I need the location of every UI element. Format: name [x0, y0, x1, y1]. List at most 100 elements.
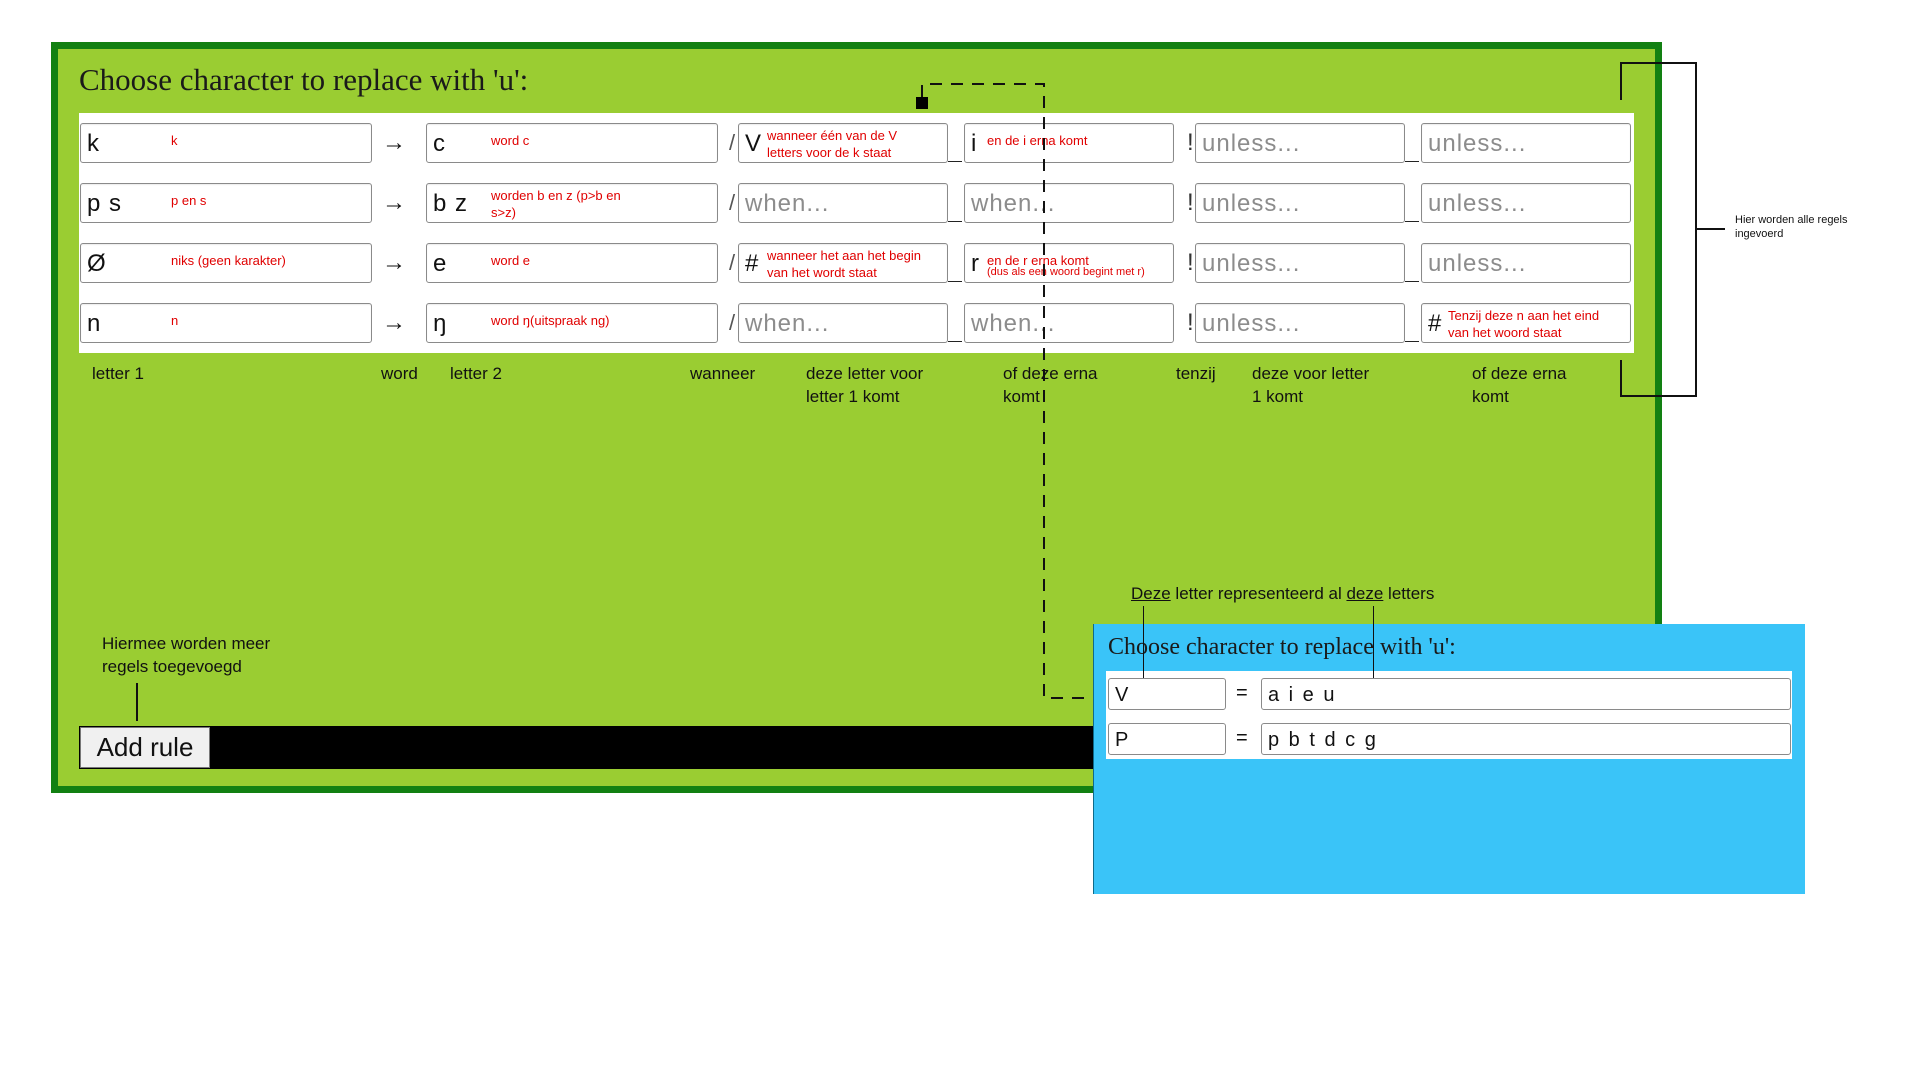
bracket-line [1697, 228, 1725, 230]
letter2-input-annotation: worden b en z (p>b en s>z) [491, 188, 621, 220]
when-separator: / [729, 310, 736, 335]
unless-before-input-value: unless... [1202, 310, 1301, 337]
letter1-input-annotation: p en s [171, 193, 207, 208]
when-before-input-value: when... [745, 310, 830, 337]
letter2-input-annotation: word ŋ(uitspraak ng) [491, 313, 610, 328]
unless-after-input[interactable]: unless... [1421, 123, 1631, 163]
group-letters-input[interactable]: a i e u [1261, 678, 1791, 710]
group-symbol-input[interactable]: P [1108, 723, 1226, 755]
annotation-word: deze [1346, 584, 1384, 603]
underscore-divider [1405, 161, 1419, 162]
unless-after-input[interactable]: # Tenzij deze n aan het eind van het woor… [1421, 303, 1631, 343]
connector-square [916, 97, 928, 109]
annotation-add-rules: Hiermee worden meer regels toegevoegd [102, 634, 271, 676]
letter2-input-annotation: word e [491, 253, 531, 268]
letter2-input-value: c [433, 130, 446, 157]
column-label-letter2: letter 2 [450, 364, 502, 383]
letter2-input[interactable]: ŋ word ŋ(uitspraak ng) [426, 303, 718, 343]
letter1-input-value: Ø [87, 250, 107, 277]
dashed-connector [916, 83, 1108, 705]
unless-separator: ! [1187, 309, 1194, 336]
replace-arrow-icon: → [382, 189, 406, 216]
replace-arrow-icon: → [382, 129, 406, 156]
letter2-input-value: e [433, 250, 448, 277]
replace-arrow-icon: → [382, 249, 406, 276]
letter1-input[interactable]: nn [80, 303, 372, 343]
when-separator: / [729, 250, 736, 275]
letter1-input-value: k [87, 130, 100, 157]
bracket-line [1620, 62, 1697, 64]
when-separator: / [729, 190, 736, 215]
group-letters-value: a i e u [1268, 684, 1337, 706]
equals-sign: = [1236, 727, 1248, 749]
annotation-line [1143, 606, 1144, 678]
unless-separator: ! [1187, 189, 1194, 216]
unless-before-input-value: unless... [1202, 190, 1301, 217]
annotation-rules-entered: Hier worden alle regels ingevoerd [1735, 214, 1848, 240]
when-separator: / [729, 130, 736, 155]
unless-before-input[interactable]: unless... [1195, 123, 1405, 163]
annotation-represents: Deze letter representeerd al deze letter… [1131, 582, 1434, 605]
letter2-input[interactable]: e word e [426, 243, 718, 283]
unless-separator: ! [1187, 129, 1194, 156]
letter1-input-value: p s [87, 190, 123, 217]
letter-groups-panel [1093, 624, 1805, 894]
letter2-input[interactable]: c word c [426, 123, 718, 163]
underscore-divider [1405, 221, 1419, 222]
group-letters-value: p b t d c g [1268, 729, 1378, 751]
letter1-input-annotation: k [171, 133, 178, 148]
panel-title: Choose character to replace with 'u': [79, 62, 529, 97]
when-before-input-value: # [745, 250, 760, 277]
column-label-tenzij: tenzij [1176, 364, 1216, 383]
annotation-text: letter representeerd al [1170, 584, 1347, 603]
group-symbol-input[interactable]: V [1108, 678, 1226, 710]
underscore-divider [1405, 281, 1419, 282]
unless-after-input-value: unless... [1428, 190, 1527, 217]
unless-after-input[interactable]: unless... [1421, 243, 1631, 283]
when-before-input-value: V [745, 130, 763, 157]
letter2-input-value: b z [433, 190, 469, 217]
bracket-line [1620, 395, 1697, 397]
letter2-input-value: ŋ [433, 310, 448, 337]
underscore-divider [1405, 341, 1419, 342]
unless-separator: ! [1187, 249, 1194, 276]
letter1-input-annotation: niks (geen karakter) [171, 253, 286, 268]
unless-before-input[interactable]: unless... [1195, 183, 1405, 223]
group-symbol-value: V [1115, 684, 1131, 706]
unless-after-input-value: unless... [1428, 130, 1527, 157]
unless-after-input-annotation: Tenzij deze n aan het eind van het woord… [1448, 308, 1600, 340]
unless-after-input-value: # [1428, 310, 1443, 337]
group-symbol-value: P [1115, 729, 1131, 751]
annotation-word: Deze [1131, 584, 1171, 603]
unless-before-input[interactable]: unless... [1195, 303, 1405, 343]
column-label-unless-before: deze voor letter 1 komt [1252, 364, 1370, 406]
unless-before-input[interactable]: unless... [1195, 243, 1405, 283]
groups-panel-title: Choose character to replace with 'u': [1108, 634, 1456, 660]
annotation-line [136, 683, 138, 721]
letter1-input-value: n [87, 310, 102, 337]
letter1-input-annotation: n [171, 313, 179, 328]
unless-after-input[interactable]: unless... [1421, 183, 1631, 223]
column-label-word: word [381, 364, 418, 383]
letter1-input[interactable]: p s p en s [80, 183, 372, 223]
column-label-wanneer: wanneer [690, 364, 756, 383]
add-rule-bar [79, 726, 1116, 769]
add-rule-button[interactable]: Add rule [80, 727, 210, 768]
letter2-input-annotation: word c [491, 133, 530, 148]
annotation-text: letters [1383, 584, 1435, 603]
when-before-input-annotation: wanneer het aan het begin van het wordt … [767, 248, 921, 280]
unless-before-input-value: unless... [1202, 130, 1301, 157]
when-before-input-annotation: wanneer één van de V letters voor de k s… [767, 128, 898, 160]
equals-sign: = [1236, 682, 1248, 704]
column-label-letter1: letter 1 [92, 364, 144, 383]
when-before-input-value: when... [745, 190, 830, 217]
group-letters-input[interactable]: p b t d c g [1261, 723, 1791, 755]
letter1-input[interactable]: kk [80, 123, 372, 163]
unless-before-input-value: unless... [1202, 250, 1301, 277]
bracket-line [1620, 360, 1622, 397]
bracket-line [1620, 62, 1622, 100]
replace-arrow-icon: → [382, 309, 406, 336]
letter2-input[interactable]: b z worden b en z (p>b en s>z) [426, 183, 718, 223]
unless-after-input-value: unless... [1428, 250, 1527, 277]
letter1-input[interactable]: Øniks (geen karakter) [80, 243, 372, 283]
